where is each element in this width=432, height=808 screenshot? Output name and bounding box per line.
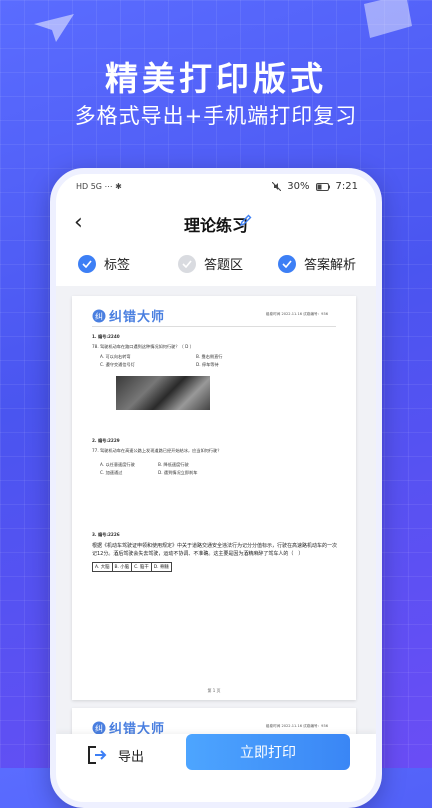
option-tags-label: 标签 [104,258,131,273]
document-meta: 组卷时间 2022.11.16 试卷编号：936 [265,724,328,728]
question-id: 3. 编号:2226 [92,532,120,537]
export-icon [88,746,107,764]
question-id: 1. 编号:2240 [92,334,120,339]
navbar: ‹ 理论练习 [56,204,376,240]
logo-icon: 纠 [92,309,106,322]
question-option: B. 靠右侧直行 [196,354,223,359]
question-option: B. 小脑 [113,563,133,571]
paper-icon [364,0,412,38]
option-tags[interactable]: 标签 [78,254,130,273]
page-number: 第 1 页 [207,688,221,693]
clock: 7:21 [335,181,358,192]
option-answer-analysis-label: 答案解析 [304,258,357,273]
check-icon [178,254,196,273]
question-option: A. 可以向右转弯 [100,354,131,359]
display-options: 标签 答题区 答案解析 [56,248,376,284]
question-text: 根据《机动车驾驶证申领和使用规定》中关于道路交通安全违法行为记分分值标示，行驶在… [92,543,338,557]
svg-text:纠: 纠 [95,724,103,733]
question-text: 77. 驾驶机动车在高速公路上发现道路已经开始结冰，应当如何行驶？ [92,448,222,453]
document-page: 纠 纠错大师 组卷时间 2022.11.16 试卷编号：936 1. 编号:22… [72,296,356,700]
status-right: 30% 7:21 [272,181,358,192]
check-icon [278,254,296,273]
export-label: 导出 [118,749,145,765]
pencil-icon[interactable] [240,214,252,226]
status-left-icons: HD 5G ⋯ ✱ [76,182,122,191]
battery-icon [315,182,330,191]
paper-plane-icon [34,14,74,42]
battery-percent: 30% [287,181,310,192]
status-bar: HD 5G ⋯ ✱ 30% 7:21 [56,174,376,200]
export-button[interactable]: 导出 [86,744,144,766]
print-now-button[interactable]: 立即打印 [186,734,350,770]
question-option: B. 降低速度行驶 [158,462,189,467]
option-answer-area[interactable]: 答题区 [178,254,243,273]
question-option: D. 遇到情况立即刹车 [158,470,198,475]
svg-text:纠: 纠 [95,312,103,321]
check-icon [78,254,96,273]
question-photo [116,376,210,410]
question-option: A. 大脑 [93,563,113,571]
divider [92,326,336,327]
logo-icon: 纠 [92,721,106,734]
mute-icon [272,182,282,191]
question-option: A. 以任意速度行驶 [100,462,135,467]
question-option: C. 脑干 [132,563,152,571]
question-option: D. 脊髓 [153,565,169,570]
question-option: C. 遵守交通信号灯 [100,362,135,367]
bottom-bar: 导出 立即打印 [56,734,376,802]
option-answer-area-label: 答题区 [204,258,244,273]
question-option: D. 停车等待 [196,362,219,367]
document-meta: 组卷时间 2022.11.16 试卷编号：936 [265,312,328,316]
option-answer-analysis[interactable]: 答案解析 [278,254,356,273]
print-preview[interactable]: 纠 纠错大师 组卷时间 2022.11.16 试卷编号：936 1. 编号:22… [56,286,376,802]
hero-subtitle: 多格式导出+手机端打印复习 [74,104,358,128]
document-logo: 纠 纠错大师 [92,306,165,325]
question-option: C. 加速通过 [100,470,123,475]
hero-title: 精美打印版式 [105,59,327,98]
question-options: A. 大脑 B. 小脑 C. 脑干 D. 脊髓 [92,562,172,572]
question-id: 2. 编号:2229 [92,438,120,443]
page-title: 理论练习 [183,216,248,235]
question-text: 78. 驾驶机动车在路口遇到这种情况如何行驶？（ D ） [92,344,194,349]
logo-text: 纠错大师 [109,310,166,325]
phone-frame: HD 5G ⋯ ✱ 30% 7:21 ‹ 理论练习 标签 答题区 答案解析 纠 … [50,168,382,808]
